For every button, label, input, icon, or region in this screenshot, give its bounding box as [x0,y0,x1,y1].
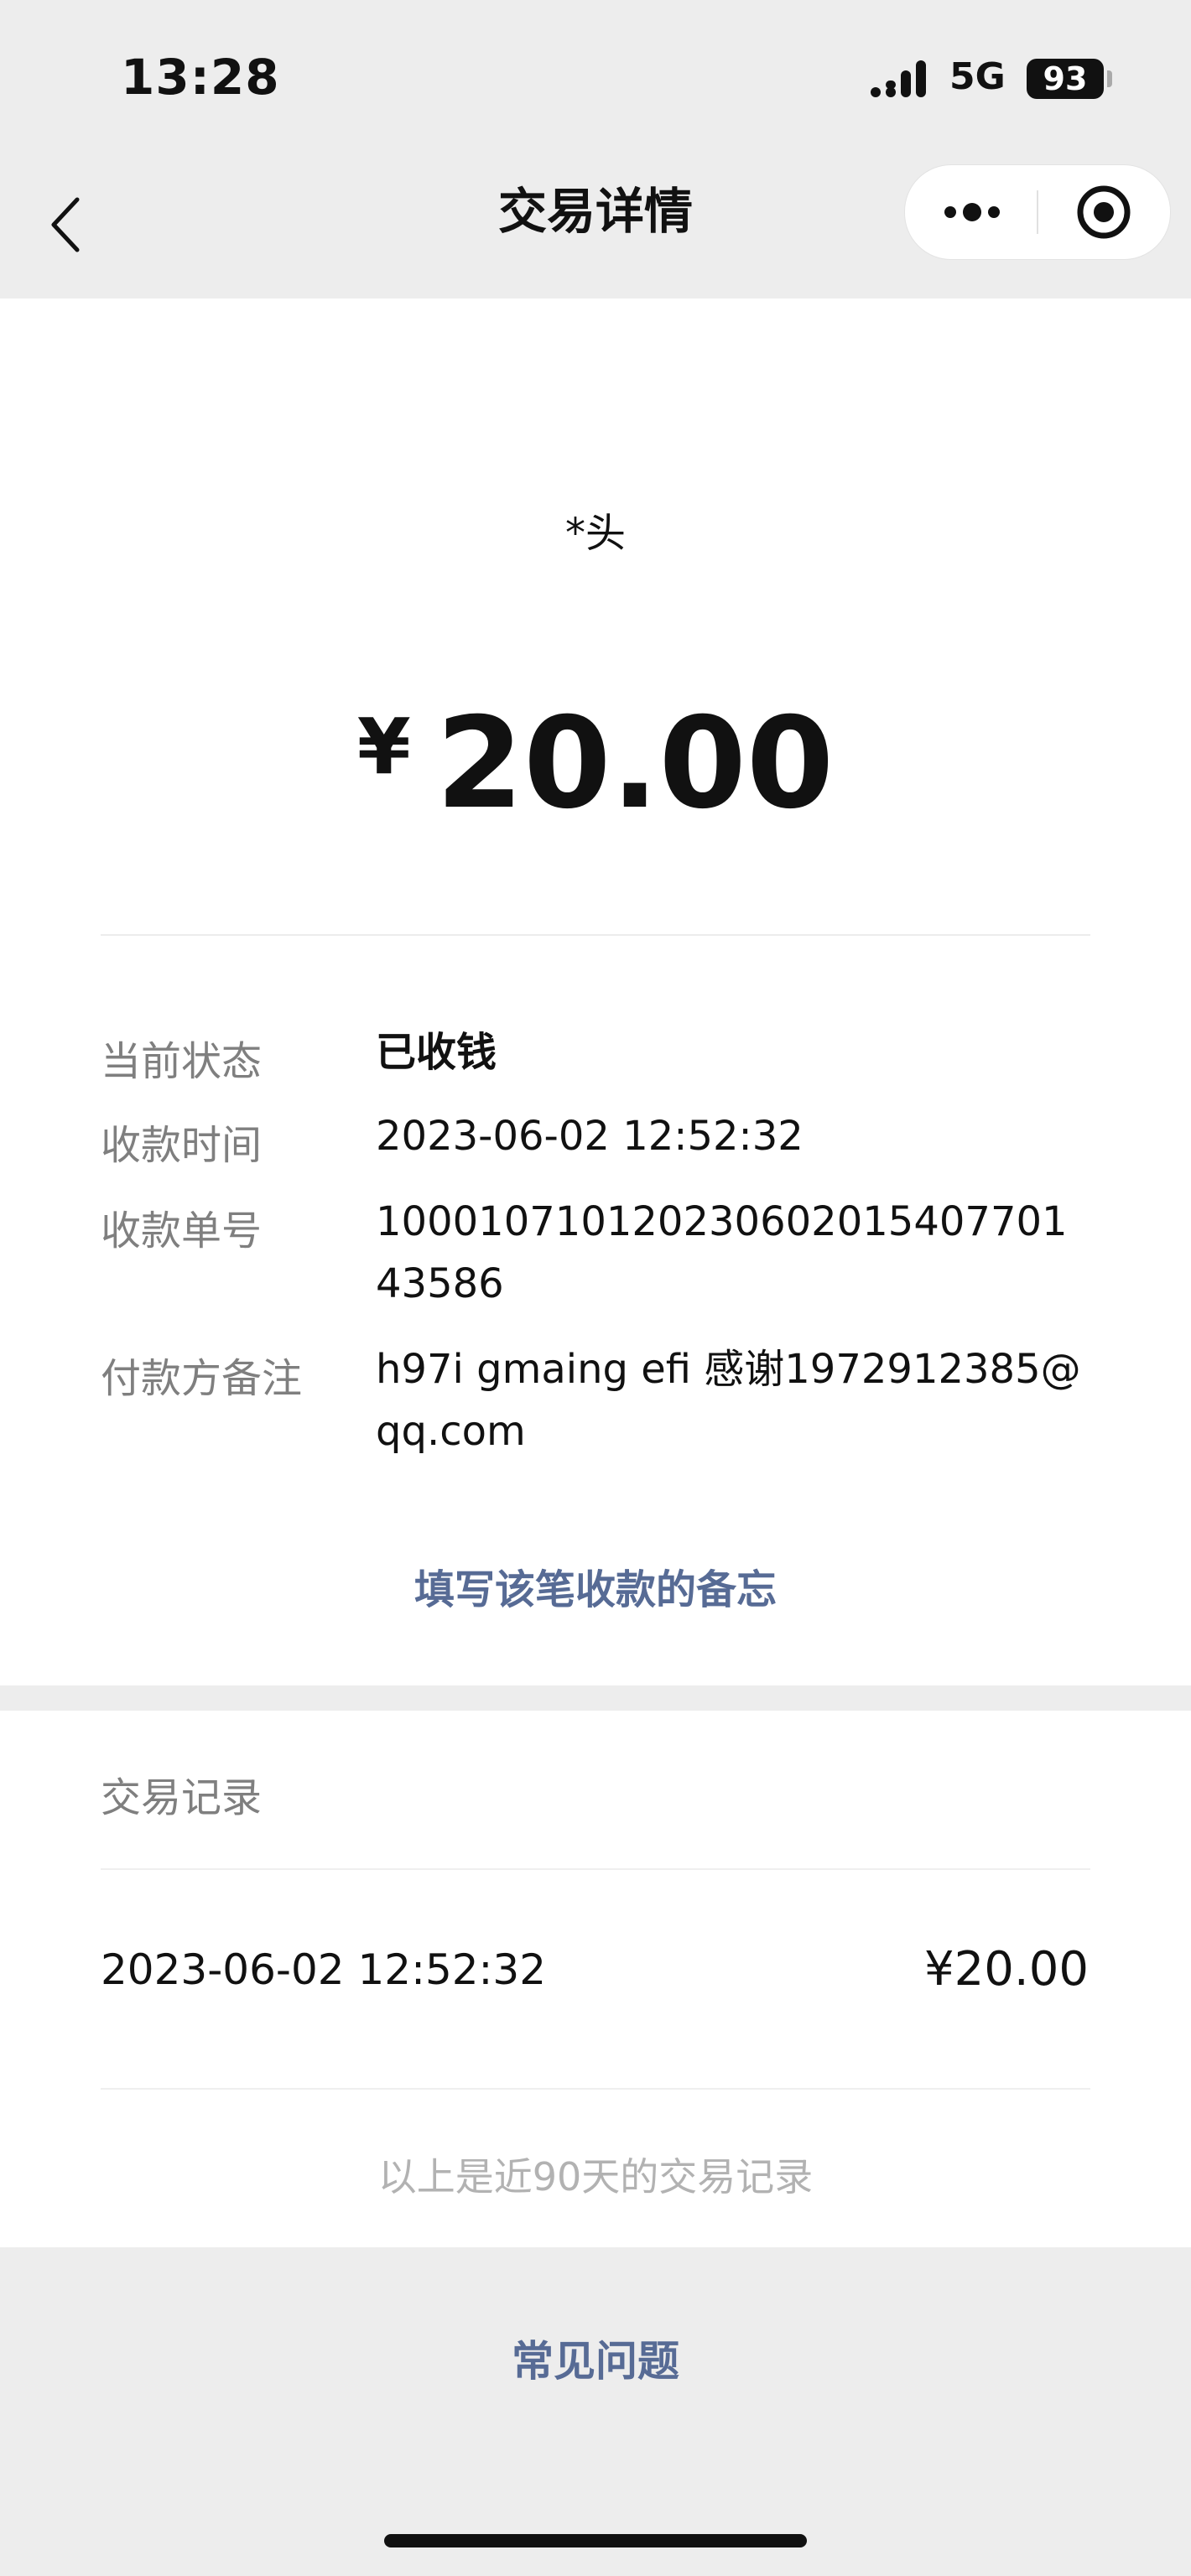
faq-link[interactable]: 常见问题 [0,2328,1191,2388]
more-button[interactable] [905,165,1038,259]
currency-symbol: ¥ [356,702,411,792]
battery-tip [1107,70,1112,87]
battery-indicator: 93 [1027,59,1104,99]
status-bar: 13:28 5G 93 [0,0,1191,151]
receive-time-value: 2023-06-02 12:52:32 [376,1113,804,1160]
signal-icon [871,60,926,97]
payer-remark-value: h97i gmaing efi 感谢1972912385@qq.com [376,1346,1081,1455]
amount-display: ¥20.00 [0,676,1191,835]
more-icon [944,203,1000,221]
divider [101,2088,1090,2090]
receive-time-label: 收款时间 [101,1122,263,1169]
record-time: 2023-06-02 12:52:32 [101,1945,547,1994]
record-amount: ¥20.00 [924,1942,1089,1997]
transaction-card: *头 ¥20.00 当前状态 已收钱 收款时间 2023-06-02 12:52… [0,299,1191,1685]
close-mini-program-icon [1077,185,1131,239]
network-type: 5G [949,55,1006,98]
nav-bar: 交易详情 [0,151,1191,299]
records-card: 交易记录 2023-06-02 12:52:32 ¥20.00 以上是近90天的… [0,1711,1191,2247]
records-note: 以上是近90天的交易记录 [377,2154,814,2199]
add-memo-link[interactable]: 填写该笔收款的备忘 [0,1556,1191,1615]
amount-value: 20.00 [435,691,835,837]
status-label: 当前状态 [101,1038,263,1085]
payer-remark-label: 付款方备注 [101,1355,303,1402]
divider [101,1868,1090,1870]
payer-name: *头 [564,510,626,557]
mini-program-capsule [904,164,1171,260]
close-mini-program-button[interactable] [1038,165,1170,259]
home-indicator[interactable] [384,2534,807,2547]
order-number-label: 收款单号 [101,1208,263,1254]
divider [101,934,1090,936]
order-number-value: 10001071012023060201540770143586 [376,1198,1068,1307]
status-value: 已收钱 [376,1029,497,1076]
records-title: 交易记录 [101,1774,263,1821]
status-time: 13:28 [121,49,280,106]
